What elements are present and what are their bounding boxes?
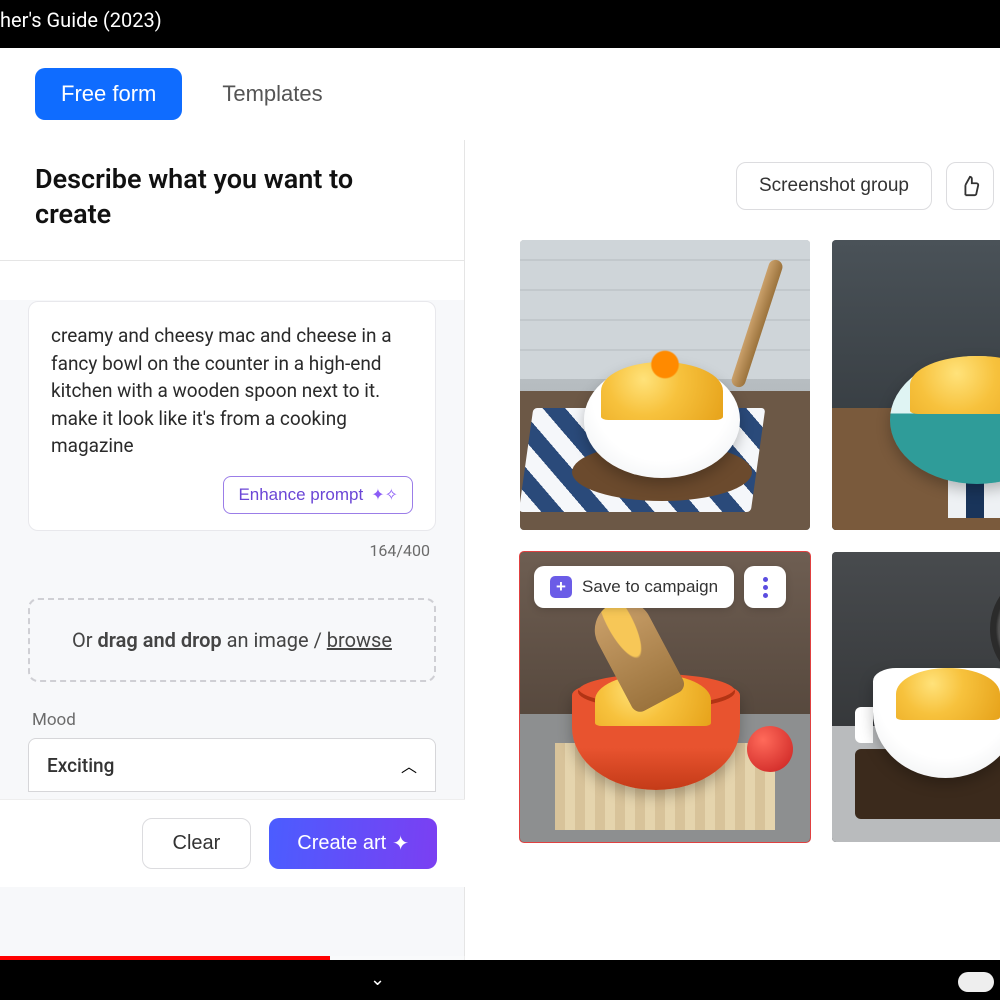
progress-track[interactable] <box>0 956 1000 960</box>
sparkle-icon: ✦✧ <box>371 485 398 505</box>
panel-heading: Describe what you want to create <box>35 162 434 232</box>
chevron-up-icon: ︿ <box>401 753 417 777</box>
browse-link[interactable]: browse <box>327 628 392 652</box>
enhance-label: Enhance prompt <box>238 485 363 505</box>
drop-text-mid: an image / <box>222 628 327 652</box>
chapter-chevron-icon[interactable]: ⌄ <box>370 969 385 990</box>
save-to-campaign-button[interactable]: + Save to campaign <box>534 566 734 608</box>
plus-icon: + <box>550 576 572 598</box>
autoplay-toggle[interactable] <box>958 972 994 992</box>
thumbs-up-button[interactable] <box>946 162 994 210</box>
drop-text-bold: drag and drop <box>98 628 222 652</box>
screenshot-group-button[interactable]: Screenshot group <box>736 162 932 210</box>
drop-text-prefix: Or <box>72 628 98 652</box>
prompt-input[interactable] <box>51 322 413 462</box>
result-image-4[interactable] <box>832 552 1000 842</box>
video-title-bar: her's Guide (2023) <box>0 0 1000 48</box>
mode-tabs: Free form Templates <box>0 48 1000 140</box>
video-title: her's Guide (2023) <box>0 8 162 32</box>
progress-fill <box>0 956 330 960</box>
more-options-button[interactable] <box>744 566 786 608</box>
enhance-prompt-button[interactable]: Enhance prompt ✦✧ <box>223 476 413 514</box>
sparkle-icon: ✦ <box>392 831 409 856</box>
tab-free-form[interactable]: Free form <box>35 68 182 120</box>
clear-button[interactable]: Clear <box>142 818 252 869</box>
result-image-2[interactable] <box>832 240 1000 530</box>
prompt-box: Enhance prompt ✦✧ <box>28 301 436 531</box>
action-bar: Clear Create art ✦ <box>0 799 465 887</box>
video-player-bar: ⌄ <box>0 960 1000 1000</box>
create-label: Create art <box>297 832 386 855</box>
create-art-button[interactable]: Create art ✦ <box>269 818 437 869</box>
mood-value: Exciting <box>47 754 114 777</box>
tab-templates[interactable]: Templates <box>222 81 322 107</box>
results-panel: Screenshot group <box>465 140 1000 960</box>
image-drop-zone[interactable]: Or drag and drop an image / browse <box>28 598 436 682</box>
save-label: Save to campaign <box>582 577 718 597</box>
thumbs-up-icon <box>959 175 981 197</box>
result-image-3[interactable]: + Save to campaign <box>520 552 810 842</box>
mood-select[interactable]: Exciting ︿ <box>28 738 436 792</box>
results-grid: + Save to campaign <box>465 240 1000 842</box>
app-frame: Free form Templates Describe what you wa… <box>0 48 1000 960</box>
char-counter: 164/400 <box>28 541 436 560</box>
result-image-1[interactable] <box>520 240 810 530</box>
mood-field-label: Mood <box>28 710 436 730</box>
kebab-icon <box>763 577 768 598</box>
